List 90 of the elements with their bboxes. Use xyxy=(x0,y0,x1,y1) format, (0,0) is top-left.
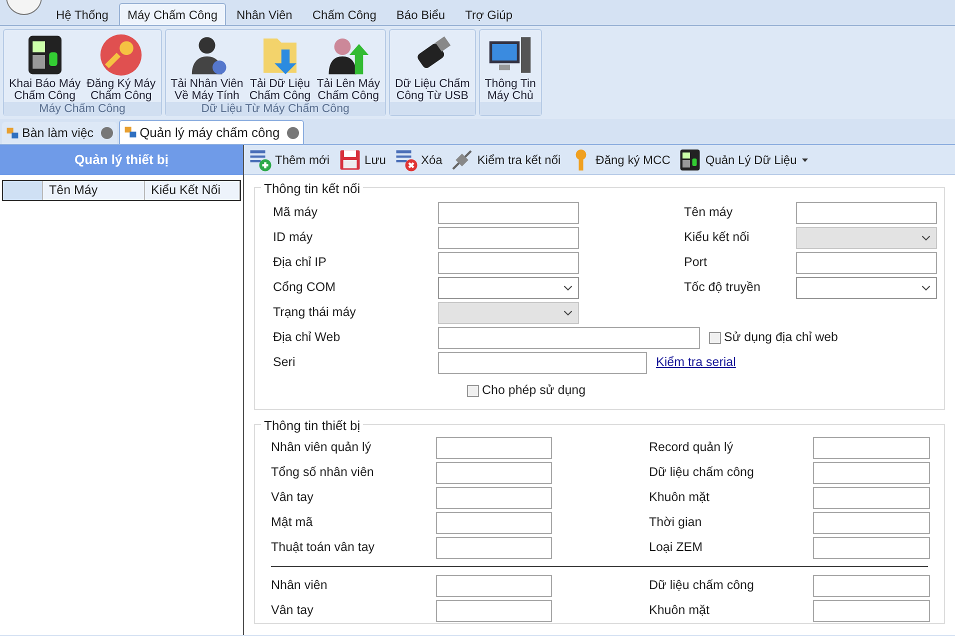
ribbon-tab[interactable]: Báo Biểu xyxy=(387,5,454,25)
field-label: Thời gian xyxy=(649,514,703,532)
checkbox-label: Sử dụng địa chỉ web xyxy=(724,329,838,346)
input-field[interactable] xyxy=(438,226,579,248)
field-label: Mật mã xyxy=(271,514,314,532)
field-label: Tên máy xyxy=(684,204,734,222)
plug-icon xyxy=(450,148,474,172)
group-label: Máy Chấm Công xyxy=(4,102,161,116)
ribbon-button[interactable]: Thông Tin Máy Chủ xyxy=(482,32,539,102)
document-tab[interactable]: Quản lý máy chấm công xyxy=(118,120,304,144)
input-field[interactable] xyxy=(796,202,937,224)
input-field[interactable] xyxy=(796,252,937,274)
input-field[interactable] xyxy=(436,486,552,508)
field-label: Seri xyxy=(273,354,296,372)
toolbar-button[interactable]: Quản Lý Dữ Liệu xyxy=(678,148,797,172)
ribbon-button[interactable]: Khai Báo Máy Chấm Công xyxy=(6,32,84,102)
input-field[interactable] xyxy=(813,574,930,596)
field-label: Tổng số nhân viên xyxy=(271,464,375,482)
toolbar-button[interactable]: Xóa xyxy=(394,148,442,172)
field-label: Thuật toán vân tay xyxy=(271,539,376,556)
input-field[interactable] xyxy=(436,536,552,558)
input-field[interactable] xyxy=(438,326,700,348)
dropdown-field[interactable] xyxy=(438,276,579,298)
field-label: ID máy xyxy=(273,229,314,246)
group-footer xyxy=(480,102,541,115)
input-field[interactable] xyxy=(438,252,579,274)
input-field[interactable] xyxy=(436,600,552,622)
ribbon-button[interactable]: Tải Lên Máy Chấm Công xyxy=(314,32,383,102)
field-label: Dữ liệu chấm công xyxy=(649,464,755,482)
ribbon-tab[interactable]: Nhân Viên xyxy=(228,5,302,25)
input-field[interactable] xyxy=(813,486,930,508)
group-label: Dữ Liệu Từ Máy Chấm Công xyxy=(166,102,385,116)
ribbon-tab[interactable]: Máy Chấm Công xyxy=(119,3,226,25)
field-label: Tốc độ truyền xyxy=(684,279,762,296)
field-label: Dữ liệu chấm công xyxy=(649,577,755,594)
checkbox[interactable] xyxy=(709,332,721,344)
field-label: Record quản lý xyxy=(649,439,734,456)
field-label: Vân tay xyxy=(271,489,314,506)
input-field[interactable] xyxy=(813,600,930,622)
close-icon[interactable] xyxy=(100,127,113,139)
input-field[interactable] xyxy=(436,574,552,596)
ribbon-tab[interactable]: Hệ Thống xyxy=(47,5,118,25)
field-label: Khuôn mặt xyxy=(649,602,710,620)
ribbon-button[interactable]: Dữ Liệu Chấm Công Từ USB xyxy=(392,32,473,102)
ribbon-button[interactable]: Đăng Ký Máy Chấm Công xyxy=(84,32,159,102)
field-label: Kiểu kết nối xyxy=(684,229,750,246)
ribbon-button[interactable]: Tải Dữ Liệu Chấm Công xyxy=(246,32,314,102)
field-label: Loại ZEM xyxy=(649,539,704,556)
panel-title: Quản lý thiết bị xyxy=(0,145,243,175)
input-field[interactable] xyxy=(813,512,930,534)
field-label: Vân tay xyxy=(271,602,314,620)
field-label: Port xyxy=(684,254,708,272)
ribbon-tab[interactable]: Trợ Giúp xyxy=(456,5,522,25)
ribbon-button[interactable]: Tải Nhân Viên Về Máy Tính xyxy=(168,32,246,102)
ribbon-tab[interactable]: Chấm Công xyxy=(303,5,386,25)
input-field[interactable] xyxy=(813,436,930,458)
field-label: Nhân viên quản lý xyxy=(271,439,372,456)
key-icon xyxy=(99,33,144,77)
document-tab[interactable]: Bàn làm việc xyxy=(2,122,117,144)
input-field[interactable] xyxy=(813,536,930,558)
field-label: Địa chỉ IP xyxy=(273,254,328,272)
field-label: Khuôn mặt xyxy=(649,489,710,506)
input-field[interactable] xyxy=(436,462,552,484)
window-icon xyxy=(124,126,137,139)
toolbar-button[interactable]: Lưu xyxy=(338,148,386,172)
field-label: Địa chỉ Web xyxy=(273,329,342,346)
column-header[interactable]: Kiểu Kết Nối xyxy=(145,181,240,200)
field-label: Nhân viên xyxy=(271,577,328,594)
field-label: Cổng COM xyxy=(273,279,337,296)
checkbox[interactable] xyxy=(467,384,479,396)
list-delete-icon xyxy=(394,148,418,172)
field-label: Trạng thái máy xyxy=(273,304,357,322)
input-field[interactable] xyxy=(813,462,930,484)
toolbar-button[interactable]: Đăng ký MCC xyxy=(568,148,670,172)
input-field[interactable] xyxy=(438,352,647,374)
list-add-icon xyxy=(248,148,272,172)
input-field[interactable] xyxy=(436,436,552,458)
input-field[interactable] xyxy=(438,202,579,224)
checkbox-label: Cho phép sử dụng xyxy=(482,382,586,400)
close-icon[interactable] xyxy=(286,126,299,138)
toolbar-button[interactable]: Kiểm tra kết nối xyxy=(450,148,561,172)
toolbar-button[interactable]: Thêm mới xyxy=(248,148,330,172)
field-label: Mã máy xyxy=(273,204,318,222)
input-field[interactable] xyxy=(436,512,552,534)
window-icon xyxy=(6,126,19,140)
fingerprint-terminal-icon xyxy=(678,148,702,172)
column-header[interactable]: Tên Máy xyxy=(43,181,145,200)
serial-check-link[interactable]: Kiểm tra serial xyxy=(656,353,736,372)
row-header-cell xyxy=(3,181,43,200)
dropdown-field[interactable] xyxy=(796,276,937,298)
